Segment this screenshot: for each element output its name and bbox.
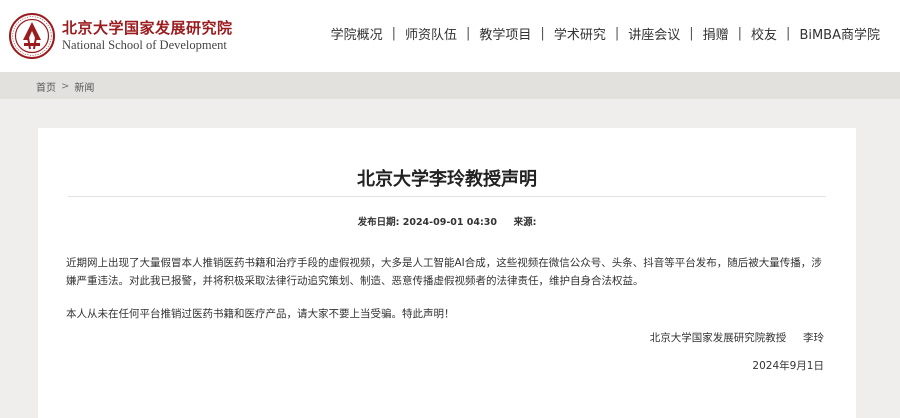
- site-logo[interactable]: 北京大学国家发展研究院 National School of Developme…: [9, 13, 233, 59]
- date-label: 发布日期:: [357, 217, 400, 228]
- signature-date: 2024年9月1日: [752, 360, 824, 372]
- breadcrumb: 首页 > 新闻: [36, 79, 94, 94]
- breadcrumb-home-link[interactable]: 首页: [36, 79, 56, 94]
- nav-item-research[interactable]: 学术研究: [554, 24, 606, 43]
- nav-item-programs[interactable]: 教学项目: [479, 24, 531, 43]
- article-card: 北京大学李玲教授声明 发布日期: 2024-09-01 04:30 来源: 近期…: [38, 128, 856, 418]
- nav-divider: |: [540, 26, 545, 41]
- logo-english-name: National School of Development: [62, 37, 227, 52]
- nav-divider: |: [786, 26, 791, 41]
- nav-divider: |: [614, 26, 620, 41]
- title-divider: [68, 196, 826, 197]
- nav-divider: |: [689, 26, 694, 41]
- signature-org: 北京大学国家发展研究院教授: [649, 332, 787, 344]
- article-title: 北京大学李玲教授声明: [357, 169, 537, 190]
- nav-divider: |: [391, 26, 396, 41]
- nav-item-events[interactable]: 讲座会议: [628, 24, 680, 43]
- nav-item-bimba[interactable]: BiMBA商学院: [799, 24, 880, 43]
- signature-name: 李玲: [803, 332, 824, 344]
- nav-item-donation[interactable]: 捐赠: [703, 24, 729, 43]
- article-paragraph: 本人从未在任何平台推销过医药书籍和医疗产品，请大家不要上当受骗。特此声明！: [66, 308, 455, 320]
- pku-seal-icon: [9, 13, 55, 59]
- breadcrumb-current[interactable]: 新闻: [74, 79, 94, 94]
- date-value: 2024-09-01 04:30: [402, 217, 498, 228]
- breadcrumb-bar: 首页 > 新闻: [0, 72, 900, 99]
- site-header: 北京大学国家发展研究院 National School of Developme…: [0, 0, 900, 72]
- main-nav: 学院概况 | 师资队伍 | 教学项目 | 学术研究 | 讲座会议 | 捐赠 | …: [331, 24, 880, 43]
- source-label: 来源:: [513, 217, 537, 228]
- nav-item-faculty[interactable]: 师资队伍: [405, 24, 457, 43]
- signature: 北京大学国家发展研究院教授 李玲: [650, 330, 824, 345]
- nav-divider: |: [466, 26, 471, 41]
- nav-item-about[interactable]: 学院概况: [331, 24, 383, 43]
- logo-chinese-name: 北京大学国家发展研究院: [62, 18, 233, 37]
- breadcrumb-separator: >: [61, 81, 70, 92]
- nav-divider: |: [737, 26, 743, 41]
- article-paragraph: 近期网上出现了大量假冒本人推销医药书籍和治疗手段的虚假视频，大多是人工智能AI合…: [66, 257, 822, 287]
- nav-item-alumni[interactable]: 校友: [751, 24, 777, 43]
- article-meta: 发布日期: 2024-09-01 04:30 来源:: [38, 214, 856, 228]
